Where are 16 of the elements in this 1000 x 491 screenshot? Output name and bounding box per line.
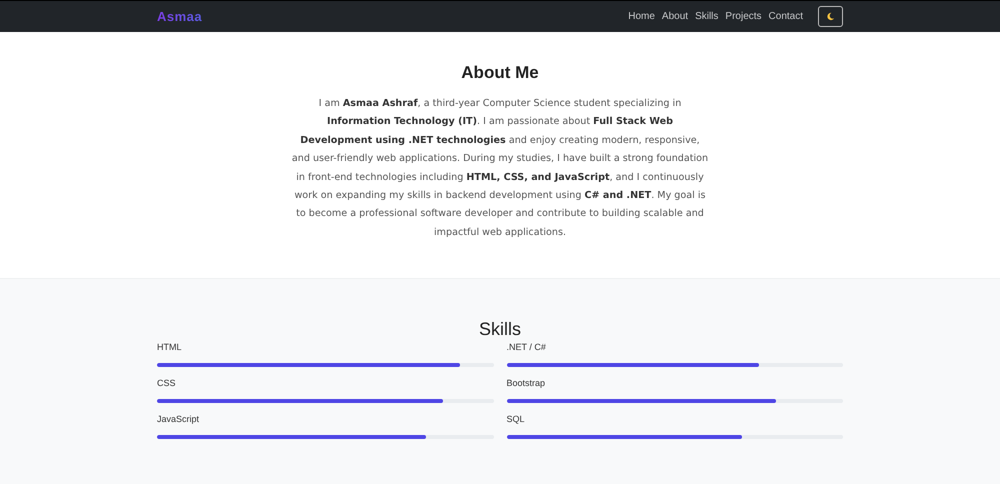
- theme-toggle-button[interactable]: [818, 6, 843, 27]
- moon-icon: [826, 12, 835, 21]
- skill-name: .NET / C#: [506, 342, 547, 352]
- section-title: Skills: [478, 319, 521, 340]
- nav-link[interactable]: Projects: [725, 11, 762, 22]
- nav-link[interactable]: Home: [628, 11, 655, 22]
- skill-name: CSS: [157, 378, 177, 388]
- nav-link[interactable]: Contact: [768, 11, 803, 22]
- nav-link[interactable]: About: [662, 11, 688, 22]
- skill-name: Bootstrap: [506, 378, 546, 388]
- skill-name: JavaScript: [157, 414, 200, 424]
- skill-name: HTML: [157, 342, 182, 352]
- skill-name: SQL: [506, 414, 526, 424]
- section-title: About Me: [461, 63, 539, 83]
- about-paragraph: I am Asmaa Ashraf, a third-year Computer Science student specializing in Information Technology (IT). I am passionate about Full Stack Web Development using .NET technologies and enjoy creating modern, responsive, and user-friendly web applications. During my studies, I have built a strong foundation in front-end technologies including HTML, CSS, and JavaScript, and I continuously work on expanding my skills in backend development using C# and .NET. My goal is to become a professional software developer and contribute to building scalable and impactful web applications.: [291, 97, 709, 240]
- nav-link[interactable]: Skills: [695, 11, 718, 22]
